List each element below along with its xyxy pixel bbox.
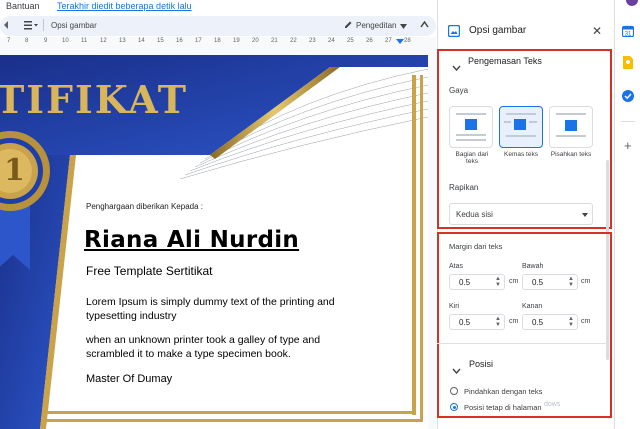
left-margin-value: 0.5 <box>459 318 471 327</box>
align-label: Rapikan <box>449 183 479 192</box>
top-margin-input[interactable]: 0.5 ▲ ▼ <box>449 274 505 290</box>
ruler-mark: 28 <box>404 38 411 44</box>
spinner-icon[interactable]: ▲ ▼ <box>495 316 501 328</box>
break-text-option[interactable] <box>549 106 593 148</box>
body-text-2: when an unknown printer took a galley of… <box>86 334 321 360</box>
fixed-position-label[interactable]: Posisi tetap di halaman <box>464 403 542 412</box>
ruler-mark: 24 <box>328 38 335 44</box>
spinner-icon[interactable]: ▲ ▼ <box>568 276 574 288</box>
rail-divider <box>621 121 635 122</box>
toolbar: Opsi gambar Pengeditan <box>0 16 436 36</box>
style-label: Gaya <box>449 86 469 95</box>
wrap-inline-option[interactable] <box>449 106 493 148</box>
text-wrap-heading[interactable]: Pengemasan Teks <box>468 56 542 66</box>
ruler-mark: 17 <box>195 38 202 44</box>
panel-title: Opsi gambar <box>469 25 527 36</box>
ruler-mark: 23 <box>309 38 316 44</box>
ruler-mark: 25 <box>347 38 354 44</box>
ruler-mark: 20 <box>252 38 259 44</box>
body-text-1: Lorem Ipsum is simply dummy text of the … <box>86 296 335 322</box>
avatar[interactable] <box>626 0 638 6</box>
ruler-mark: 13 <box>119 38 126 44</box>
spinner-icon[interactable]: ▲ ▼ <box>495 276 501 288</box>
tasks-icon[interactable] <box>622 89 634 107</box>
last-edit-link[interactable]: Terakhir diedit beberapa detik lalu <box>57 1 192 11</box>
keep-icon[interactable] <box>622 56 634 74</box>
pencil-icon <box>344 20 353 31</box>
ruler-mark: 26 <box>366 38 373 44</box>
paragraph-style-icon[interactable] <box>24 20 38 32</box>
ruler-mark: 14 <box>138 38 145 44</box>
ruler-mark: 7 <box>7 38 11 44</box>
wrap-text-option[interactable] <box>499 106 543 148</box>
menu-bar: Bantuan Terakhir diedit beberapa detik l… <box>0 0 436 16</box>
award-line: Penghargaan diberikan Kepada : <box>86 202 203 211</box>
chevron-down-icon[interactable] <box>452 361 461 379</box>
bottom-margin-input[interactable]: 0.5 ▲ ▼ <box>522 274 578 290</box>
wrap-option-label: Bagian dari teks <box>455 151 489 165</box>
left-margin-input[interactable]: 0.5 ▲ ▼ <box>449 314 505 330</box>
move-with-text-radio[interactable] <box>450 387 458 395</box>
ruler-mark: 10 <box>62 38 69 44</box>
svg-text:31: 31 <box>625 32 632 38</box>
ruler-mark: 22 <box>290 38 297 44</box>
image-options-panel: Opsi gambar ✕ Pengemasan Teks Gaya Bagia… <box>437 0 614 429</box>
ruler-mark: 8 <box>25 38 29 44</box>
chevron-down-icon[interactable] <box>452 58 461 76</box>
left-margin-label: Kiri <box>449 303 460 310</box>
close-icon[interactable]: ✕ <box>592 25 602 37</box>
ruler-mark: 16 <box>176 38 183 44</box>
fixed-position-radio[interactable] <box>450 403 458 411</box>
unit-label: cm <box>581 278 591 285</box>
ruler-mark: 15 <box>157 38 164 44</box>
right-margin-value: 0.5 <box>532 318 544 327</box>
medal-number: 1 <box>4 153 25 188</box>
menu-help[interactable]: Bantuan <box>6 1 40 11</box>
recipient-name: Riana Ali Nurdin <box>84 227 300 253</box>
collapse-up-icon[interactable] <box>420 20 429 30</box>
spinner-icon[interactable]: ▲ ▼ <box>568 316 574 328</box>
unit-label: cm <box>581 318 591 325</box>
move-with-text-label[interactable]: Pindahkan dengan teks <box>464 387 542 396</box>
ruler-mark: 12 <box>100 38 107 44</box>
certificate-subtitle: Free Template Sertitikat <box>86 264 213 278</box>
right-margin-label: Kanan <box>522 303 543 310</box>
side-rail: 31 + <box>614 0 640 429</box>
certificate-image[interactable]: TIFIKAT 1 Penghargaan diberikan Kepada :… <box>0 55 428 429</box>
unit-label: cm <box>509 278 519 285</box>
right-margin-input[interactable]: 0.5 ▲ ▼ <box>522 314 578 330</box>
section-divider <box>437 343 607 344</box>
activate-windows-watermark: dows <box>544 401 561 408</box>
bottom-margin-value: 0.5 <box>532 278 544 287</box>
ruler-indent-marker[interactable] <box>396 39 404 44</box>
wrap-option-label: Kemas teks <box>504 151 538 158</box>
add-addon-icon[interactable]: + <box>624 139 632 152</box>
ruler-mark: 19 <box>233 38 240 44</box>
chevron-down-icon[interactable] <box>400 22 407 31</box>
ruler-mark: 18 <box>214 38 221 44</box>
ruler-mark: 9 <box>44 38 48 44</box>
dropdown-arrow-icon <box>582 213 588 217</box>
undo-arrow-icon[interactable] <box>4 21 12 31</box>
align-select[interactable]: Kedua sisi <box>449 203 593 225</box>
align-select-value: Kedua sisi <box>456 210 493 219</box>
ruler-mark: 21 <box>271 38 278 44</box>
signature-line: Master Of Dumay <box>86 373 173 385</box>
top-margin-value: 0.5 <box>459 278 471 287</box>
ruler-mark: 11 <box>81 38 88 44</box>
image-icon <box>447 24 461 42</box>
wrap-option-label: Pisahkan teks <box>550 151 592 158</box>
bottom-margin-label: Bawah <box>522 263 544 270</box>
image-options-button[interactable]: Opsi gambar <box>51 21 97 30</box>
toolbar-divider <box>43 19 44 31</box>
document-canvas: TIFIKAT 1 Penghargaan diberikan Kepada :… <box>0 47 436 429</box>
certificate-title: TIFIKAT <box>0 77 188 122</box>
ruler-mark: 27 <box>385 38 392 44</box>
editing-mode-dropdown[interactable]: Pengeditan <box>356 21 396 30</box>
top-margin-label: Atas <box>449 263 464 270</box>
unit-label: cm <box>509 318 519 325</box>
position-heading[interactable]: Posisi <box>469 359 493 369</box>
calendar-icon[interactable]: 31 <box>621 24 635 42</box>
margins-heading: Margin dari teks <box>449 242 503 251</box>
